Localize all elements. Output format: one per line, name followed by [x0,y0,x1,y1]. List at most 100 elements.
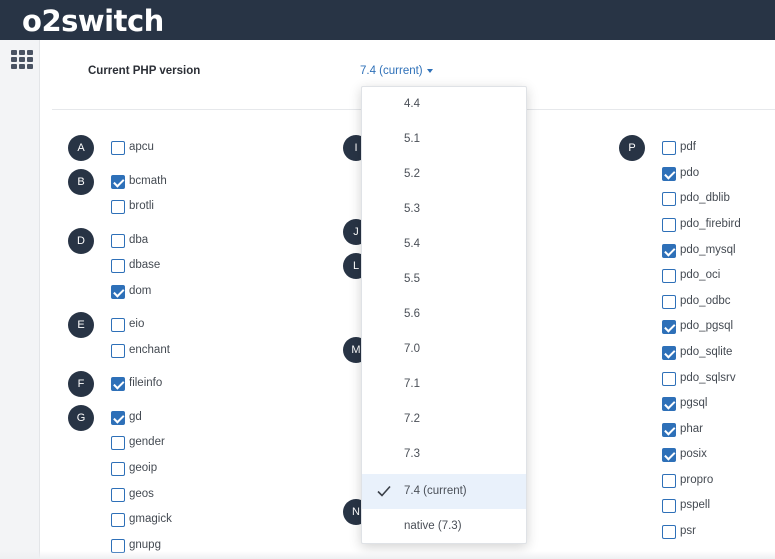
php-version-dropdown: 4.4 5.1 5.2 5.3 5.4 5.5 5.6 7.0 7.1 7.2 … [361,86,527,544]
extension-checkbox[interactable] [111,377,125,391]
extension-label: dom [129,285,152,297]
caret-down-icon [426,68,433,73]
extension-label: pdf [680,141,696,153]
extension-checkbox[interactable] [662,346,676,360]
extension-label: brotli [129,200,154,212]
extension-checkbox[interactable] [111,285,125,299]
version-option-label: 5.4 [404,238,420,250]
extension-label: pdo [680,167,700,179]
extension-checkbox[interactable] [662,320,676,334]
version-option[interactable]: 7.1 [362,367,526,402]
version-option[interactable]: 5.3 [362,192,526,227]
extension-checkbox[interactable] [111,488,125,502]
php-version-label: Current PHP version [88,65,201,77]
grid-icon[interactable] [11,50,33,69]
version-option-label: 5.1 [404,133,420,145]
letter-badge-a: A [68,135,94,161]
extension-checkbox[interactable] [111,175,125,189]
letter-badge-d: D [68,228,94,254]
version-option[interactable]: 5.4 [362,227,526,262]
extension-checkbox[interactable] [111,513,125,527]
extension-label: bcmath [129,175,167,187]
version-option[interactable]: 5.1 [362,122,526,157]
version-option[interactable]: 4.4 [362,87,526,122]
extension-label: pspell [680,499,711,511]
extension-checkbox[interactable] [662,167,676,181]
bottom-fade [0,551,775,559]
extension-label: dba [129,234,149,246]
php-version-value: 7.4 (current) [360,65,423,77]
logo-text-2: 2 [41,4,62,38]
version-option[interactable]: 7.0 [362,332,526,367]
o2switch-logo[interactable]: o2switch [22,3,164,39]
extension-label: phar [680,423,704,435]
extension-label: gnupg [129,539,161,551]
version-option[interactable]: 7.2 [362,402,526,437]
extension-label: propro [680,474,714,486]
extension-label: psr [680,525,696,537]
version-option-label: 7.1 [404,378,420,390]
version-option-label: 7.0 [404,343,420,355]
extension-checkbox[interactable] [662,525,676,539]
extension-label: pdo_mysql [680,244,736,256]
version-option-label: 7.3 [404,448,420,460]
extension-label: posix [680,448,707,460]
extension-label: pdo_oci [680,269,721,281]
version-option-label: native (7.3) [404,520,462,532]
extension-checkbox[interactable] [662,372,676,386]
extension-checkbox[interactable] [111,318,125,332]
letter-badge-b: B [68,169,94,195]
version-option-label: 7.2 [404,413,420,425]
extension-checkbox[interactable] [662,423,676,437]
php-version-select[interactable]: 7.4 (current) [360,65,433,77]
left-rail [0,40,40,559]
extension-checkbox[interactable] [662,269,676,283]
extension-label: gd [129,411,142,423]
extension-label: pdo_dblib [680,192,730,204]
extension-label: pdo_odbc [680,295,731,307]
version-option-label: 5.6 [404,308,420,320]
extension-label: gender [129,436,165,448]
extension-checkbox[interactable] [111,141,125,155]
extension-checkbox[interactable] [662,499,676,513]
version-option[interactable]: 5.5 [362,262,526,297]
version-option[interactable]: 7.3 [362,437,526,472]
extension-checkbox[interactable] [111,462,125,476]
extension-label: geos [129,488,154,500]
check-icon [377,485,391,497]
letter-badge-p: P [619,135,645,161]
extension-checkbox[interactable] [662,192,676,206]
letter-badge-g: G [68,405,94,431]
extension-checkbox[interactable] [111,411,125,425]
extension-checkbox[interactable] [662,141,676,155]
version-option[interactable]: 5.6 [362,297,526,332]
extension-checkbox[interactable] [662,474,676,488]
top-bar: o2switch [0,0,775,40]
extension-label: pdo_pgsql [680,320,734,332]
extension-checkbox[interactable] [662,244,676,258]
extension-label: fileinfo [129,377,163,389]
extension-checkbox[interactable] [111,344,125,358]
extension-checkbox[interactable] [111,259,125,273]
version-option[interactable]: 5.2 [362,157,526,192]
extension-checkbox[interactable] [662,448,676,462]
extension-checkbox[interactable] [111,436,125,450]
extension-label: pdo_sqlite [680,346,733,358]
extension-label: pgsql [680,397,708,409]
extension-checkbox[interactable] [662,218,676,232]
extension-checkbox[interactable] [662,295,676,309]
extension-label: pdo_firebird [680,218,741,230]
extension-label: gmagick [129,513,172,525]
extension-checkbox[interactable] [662,397,676,411]
extension-checkbox[interactable] [111,200,125,214]
extension-label: geoip [129,462,158,474]
version-option-label: 5.3 [404,203,420,215]
letter-badge-e: E [68,312,94,338]
extension-label: dbase [129,259,161,271]
extension-label: pdo_sqlsrv [680,372,736,384]
extension-label: apcu [129,141,154,153]
version-option-label: 4.4 [404,98,420,110]
extension-checkbox[interactable] [111,234,125,248]
version-option-selected[interactable]: 7.4 (current) [362,474,526,509]
version-option[interactable]: native (7.3) [362,509,526,544]
